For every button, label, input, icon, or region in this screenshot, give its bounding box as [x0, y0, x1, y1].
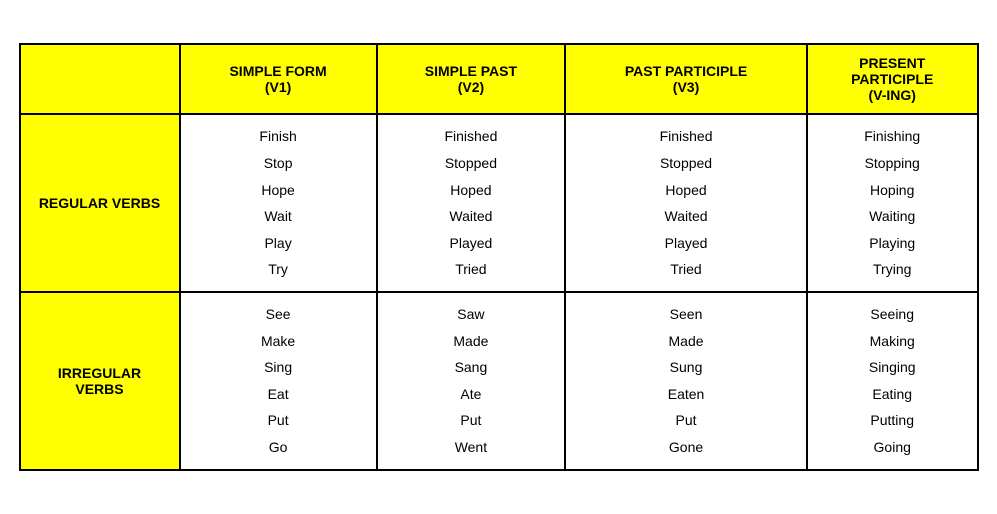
v1-cell: FinishStopHopeWaitPlayTry: [180, 114, 377, 292]
header-simple-past: SIMPLE PAST(V2): [377, 44, 565, 114]
header-row: SIMPLE FORM(V1) SIMPLE PAST(V2) PAST PAR…: [20, 44, 978, 114]
table-row: IRREGULARVERBSSeeMakeSingEatPutGoSawMade…: [20, 292, 978, 470]
header-empty: [20, 44, 180, 114]
irregular-verbs-label: IRREGULARVERBS: [20, 292, 180, 470]
v3-cell: SeenMadeSungEatenPutGone: [565, 292, 807, 470]
header-past-participle: PAST PARTICIPLE(V3): [565, 44, 807, 114]
verb-table-wrapper: SIMPLE FORM(V1) SIMPLE PAST(V2) PAST PAR…: [19, 43, 979, 470]
verb-conjugation-table: SIMPLE FORM(V1) SIMPLE PAST(V2) PAST PAR…: [19, 43, 979, 470]
table-row: REGULAR VERBSFinishStopHopeWaitPlayTryFi…: [20, 114, 978, 292]
regular-verbs-label: REGULAR VERBS: [20, 114, 180, 292]
header-present-participle: PRESENTPARTICIPLE(V-ING): [807, 44, 978, 114]
v2-cell: SawMadeSangAtePutWent: [377, 292, 565, 470]
v1-cell: SeeMakeSingEatPutGo: [180, 292, 377, 470]
ving-cell: FinishingStoppingHopingWaitingPlayingTry…: [807, 114, 978, 292]
header-simple-form: SIMPLE FORM(V1): [180, 44, 377, 114]
v2-cell: FinishedStoppedHopedWaitedPlayedTried: [377, 114, 565, 292]
ving-cell: SeeingMakingSingingEatingPuttingGoing: [807, 292, 978, 470]
v3-cell: FinishedStoppedHopedWaitedPlayedTried: [565, 114, 807, 292]
